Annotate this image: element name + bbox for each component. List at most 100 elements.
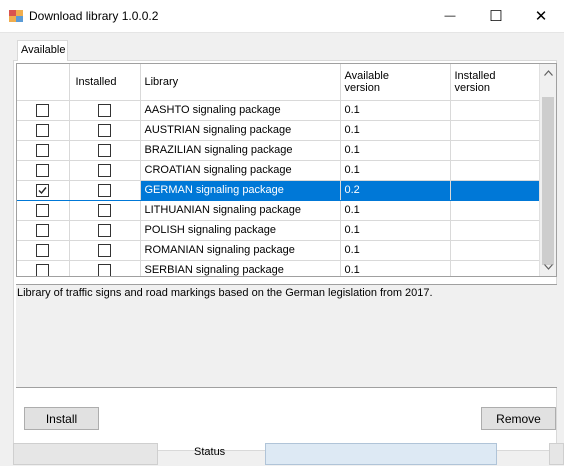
table-row[interactable]: BRAZILIAN signaling package 0.1 [17,140,542,161]
select-checkbox[interactable] [36,203,50,217]
select-checkbox[interactable] [36,263,50,276]
tab-available[interactable]: Available [17,40,68,61]
library-name-cell: AASHTO signaling package [140,100,341,121]
status-progress-bar [265,443,497,465]
library-table: Installed Library Available version Inst… [17,64,542,276]
scroll-up-button[interactable] [540,64,556,81]
table-row[interactable]: POLISH signaling package 0.1 [17,220,542,241]
installed-cell[interactable] [69,160,141,181]
installed-version-cell [450,140,542,161]
table-row[interactable]: CROATIAN signaling package 0.1 [17,160,542,181]
installed-checkbox[interactable] [98,203,111,217]
select-cell[interactable] [17,100,70,121]
close-button[interactable]: ✕ [518,0,564,32]
library-name-cell: GERMAN signaling package [140,180,341,201]
installed-checkbox[interactable] [98,223,111,237]
installed-checkbox[interactable] [98,243,111,257]
installed-cell[interactable] [69,140,141,161]
status-panel-left [13,443,158,465]
column-header-available-version[interactable]: Available version [340,64,451,101]
close-icon: ✕ [534,8,548,25]
select-cell[interactable] [17,240,70,261]
installed-version-cell [450,220,542,241]
install-button-label: Install [45,411,78,426]
installed-cell[interactable] [69,220,141,241]
column-header-installed-version-line1: Installed [454,69,496,82]
column-header-installed-version-line2: version [454,81,490,94]
select-cell[interactable] [17,140,70,161]
installed-cell[interactable] [69,240,141,261]
select-cell[interactable] [17,120,70,141]
available-version-cell: 0.2 [340,180,451,201]
select-checkbox[interactable] [36,123,50,137]
select-cell[interactable] [17,200,70,221]
select-checkbox[interactable] [36,223,50,237]
select-checkbox[interactable] [36,183,50,197]
table-row[interactable]: GERMAN signaling package 0.2 [17,180,542,201]
select-checkbox[interactable] [36,103,50,117]
installed-checkbox[interactable] [98,103,111,117]
table-row[interactable]: ROMANIAN signaling package 0.1 [17,240,542,261]
window-title: Download library 1.0.0.2 [29,9,159,23]
checkmark-icon [38,186,47,194]
installed-version-cell [450,160,542,181]
table-header-row: Installed Library Available version Inst… [17,64,542,101]
select-cell[interactable] [17,260,70,276]
maximize-button[interactable]: ☐ [473,0,519,32]
select-checkbox[interactable] [36,243,50,257]
available-version-cell: 0.1 [340,220,451,241]
library-grid[interactable]: Installed Library Available version Inst… [16,63,557,277]
install-button[interactable]: Install [24,407,99,430]
installed-cell[interactable] [69,100,141,121]
library-name-cell: SERBIAN signaling package [140,260,341,276]
select-checkbox[interactable] [36,143,50,157]
status-panel-right [549,443,564,465]
description-box: Library of traffic signs and road markin… [16,284,557,388]
column-header-available-line1: Available [344,69,389,82]
remove-button[interactable]: Remove [481,407,556,430]
installed-cell[interactable] [69,120,141,141]
chevron-down-icon [543,263,553,270]
select-cell[interactable] [17,220,70,241]
select-cell[interactable] [17,180,70,201]
table-row[interactable]: AUSTRIAN signaling package 0.1 [17,120,542,141]
library-name-cell: LITHUANIAN signaling package [140,200,341,221]
column-header-library-label: Library [144,75,179,88]
select-checkbox[interactable] [36,163,50,177]
scroll-down-button[interactable] [540,258,556,275]
installed-checkbox[interactable] [98,183,111,197]
column-header-installed[interactable]: Installed [69,64,141,101]
table-row[interactable]: LITHUANIAN signaling package 0.1 [17,200,542,221]
minimize-button[interactable]: — [427,0,473,32]
installed-version-cell [450,120,542,141]
installed-checkbox[interactable] [98,143,111,157]
library-name-cell: ROMANIAN signaling package [140,240,341,261]
table-row[interactable]: SERBIAN signaling package 0.1 [17,260,542,276]
available-version-cell: 0.1 [340,140,451,161]
app-icon [9,10,23,22]
vertical-scrollbar[interactable] [539,64,556,276]
table-row[interactable]: AASHTO signaling package 0.1 [17,100,542,121]
installed-cell[interactable] [69,260,141,276]
library-name-cell: BRAZILIAN signaling package [140,140,341,161]
installed-version-cell [450,240,542,261]
installed-cell[interactable] [69,200,141,221]
column-header-installed-label: Installed [75,75,117,88]
library-name-cell: AUSTRIAN signaling package [140,120,341,141]
installed-checkbox[interactable] [98,123,111,137]
column-header-select[interactable] [17,64,70,101]
installed-cell[interactable] [69,180,141,201]
tab-label: Available [21,44,66,56]
scrollbar-thumb[interactable] [542,97,554,265]
installed-version-cell [450,260,542,276]
installed-checkbox[interactable] [98,263,111,276]
installed-checkbox[interactable] [98,163,111,177]
status-label: Status [194,446,226,458]
select-cell[interactable] [17,160,70,181]
installed-version-cell [450,180,542,201]
available-version-cell: 0.1 [340,260,451,276]
column-header-installed-version[interactable]: Installed version [450,64,542,101]
chevron-up-icon [543,69,553,76]
available-version-cell: 0.1 [340,100,451,121]
column-header-library[interactable]: Library [140,64,341,101]
